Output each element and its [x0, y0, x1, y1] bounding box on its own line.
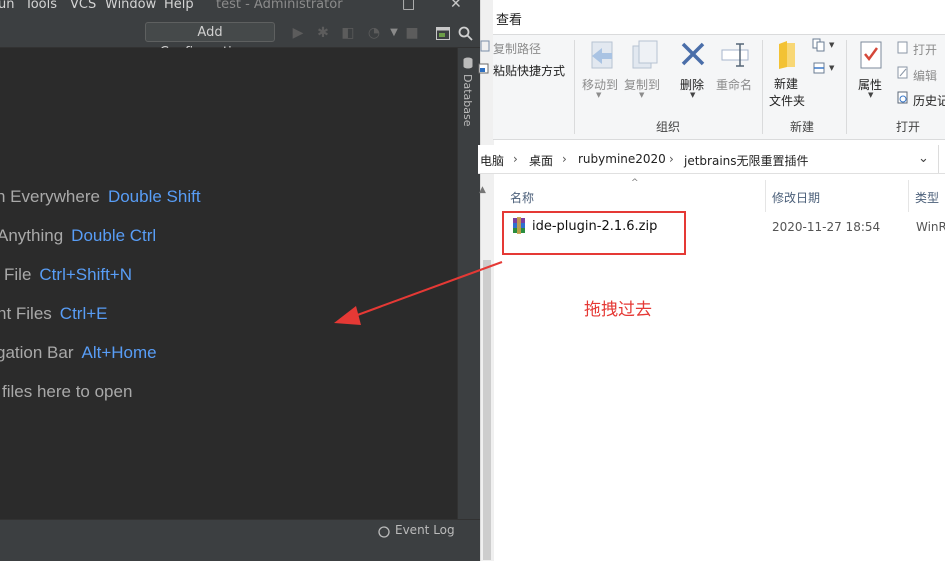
breadcrumb-this-pc[interactable]: 电脑	[480, 152, 504, 169]
chevron-down-icon[interactable]: ▼	[639, 91, 644, 99]
group-organize-label: 组织	[656, 120, 681, 134]
add-configuration-button[interactable]: Add Configuration...	[145, 22, 275, 60]
breadcrumb-separator-icon[interactable]: ›	[669, 152, 674, 166]
new-folder-button-line2: 文件夹	[769, 94, 806, 108]
window-title: test - Administrator	[216, 0, 343, 12]
event-log-icon	[378, 526, 390, 538]
hint-drop-files: files here to open	[2, 382, 133, 401]
profile-icon[interactable]: ◔	[366, 25, 382, 41]
file-modified-date: 2020-11-27 18:54	[772, 220, 881, 234]
column-header-name[interactable]: 名称	[510, 189, 534, 206]
breadcrumb-desktop[interactable]: 桌面	[529, 152, 553, 169]
scroll-up-arrow-icon[interactable]: ▲	[479, 185, 486, 195]
move-to-icon	[591, 41, 613, 69]
ribbon-tab-bar	[493, 0, 945, 34]
menu-bar: un Tools VCS Window Help test - Administ…	[0, 0, 480, 20]
file-type: WinR	[916, 220, 945, 234]
chevron-down-icon[interactable]: ▼	[829, 64, 834, 72]
ide-window: un Tools VCS Window Help test - Administ…	[0, 0, 480, 561]
menu-window[interactable]: Window	[105, 0, 156, 12]
breadcrumb-jetbrains-folder[interactable]: jetbrains无限重置插件	[684, 152, 809, 169]
tab-view[interactable]: 查看	[496, 9, 522, 28]
stop-icon[interactable]: ■	[404, 25, 420, 41]
coverage-icon[interactable]: ◧	[340, 25, 356, 41]
address-divider	[938, 145, 939, 173]
properties-icon	[860, 41, 882, 69]
copy-path-button[interactable]: 复制路径	[493, 40, 541, 57]
ribbon-separator	[762, 40, 763, 134]
delete-icon	[681, 42, 705, 66]
hint-recent-files: nt Files Ctrl+E	[0, 304, 108, 323]
edit-icon	[897, 66, 908, 79]
menu-run[interactable]: un	[0, 0, 14, 12]
menu-vcs[interactable]: VCS	[70, 0, 96, 12]
group-open-label: 打开	[896, 120, 921, 134]
sort-ascending-icon: ^	[631, 178, 639, 188]
hint-go-to-file: File Ctrl+Shift+N	[4, 265, 132, 284]
search-icon[interactable]	[458, 26, 473, 41]
ribbon-separator	[574, 40, 575, 134]
paste-shortcut-icon	[478, 63, 489, 74]
easy-access-icon[interactable]	[812, 61, 826, 75]
chevron-down-icon[interactable]: ▼	[596, 91, 601, 99]
open-button[interactable]: 打开	[913, 41, 937, 58]
maximize-icon[interactable]: □	[402, 0, 415, 12]
column-divider[interactable]	[908, 180, 909, 212]
rename-button[interactable]: 重命名	[716, 76, 752, 93]
ide-bottom-bar	[0, 543, 480, 561]
chevron-down-icon[interactable]: ▼	[690, 91, 695, 99]
explorer-scrollbar[interactable]	[480, 0, 494, 561]
copy-to-icon	[632, 40, 658, 69]
breadcrumb-rubymine2020[interactable]: rubymine2020	[578, 152, 666, 166]
edit-button[interactable]: 编辑	[913, 67, 937, 84]
terminal-icon[interactable]	[436, 27, 450, 40]
chevron-down-icon[interactable]: ▼	[868, 91, 873, 99]
event-log-button[interactable]: Event Log	[395, 523, 455, 537]
scrollbar-thumb[interactable]	[483, 260, 491, 560]
column-header-date[interactable]: 修改日期	[772, 189, 820, 206]
history-icon	[897, 91, 908, 104]
close-icon[interactable]: ✕	[450, 0, 462, 12]
group-new-label: 新建	[790, 120, 815, 134]
column-header-type[interactable]: 类型	[915, 189, 939, 206]
open-icon	[897, 41, 908, 54]
column-divider[interactable]	[765, 180, 766, 212]
copy-path-icon	[480, 40, 490, 52]
menu-tools[interactable]: Tools	[25, 0, 57, 12]
hint-search-everywhere: h Everywhere Double Shift	[0, 187, 201, 206]
new-folder-icon	[779, 41, 795, 69]
breadcrumb-separator-icon[interactable]: ›	[513, 152, 518, 166]
new-item-icon[interactable]	[812, 38, 826, 52]
paste-shortcut-button[interactable]: 粘贴快捷方式	[493, 62, 565, 79]
address-dropdown-chevron-icon[interactable]: ⌄	[918, 151, 929, 166]
ribbon-separator	[846, 40, 847, 134]
chevron-down-icon[interactable]: ▼	[829, 41, 834, 49]
history-button[interactable]: 历史记	[913, 92, 945, 109]
run-icon[interactable]: ▶	[290, 25, 306, 41]
database-icon[interactable]	[463, 57, 473, 69]
drag-instruction-text: 拖拽过去	[584, 300, 652, 320]
database-tool-tab[interactable]: Database	[460, 74, 474, 127]
rename-icon	[721, 43, 749, 67]
breadcrumb-separator-icon[interactable]: ›	[562, 152, 567, 166]
debug-icon[interactable]: ✱	[315, 25, 331, 41]
new-folder-button[interactable]: 新建	[774, 75, 798, 92]
hint-navigation-bar: gation Bar Alt+Home	[0, 343, 157, 362]
highlight-box	[502, 211, 686, 255]
hint-run-anything: Anything Double Ctrl	[0, 226, 157, 245]
menu-help[interactable]: Help	[164, 0, 194, 12]
chevron-down-icon[interactable]: ▼	[386, 25, 402, 41]
